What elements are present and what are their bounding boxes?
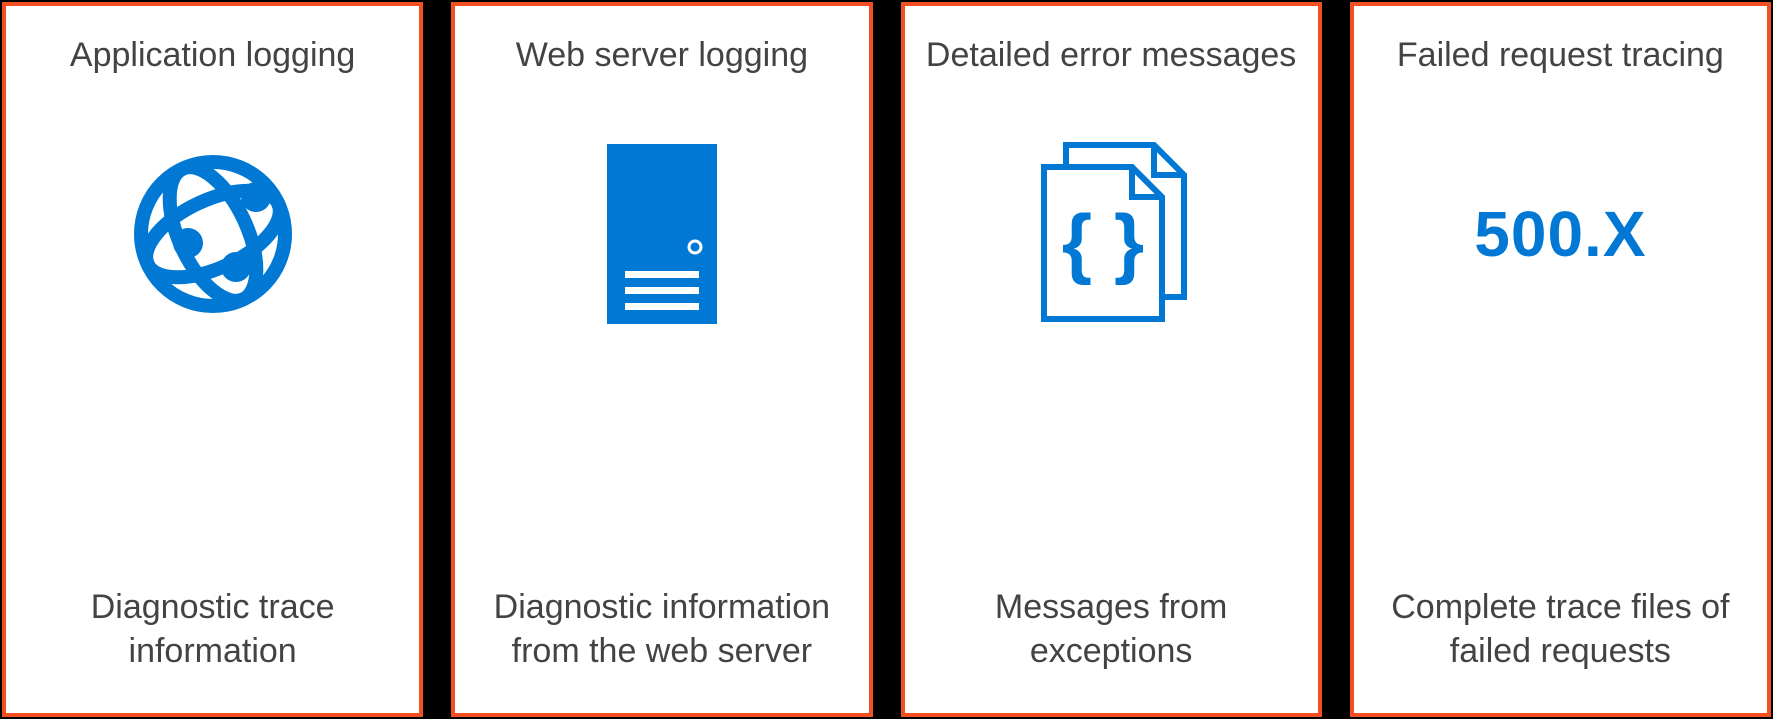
card-description: Diagnostic trace information [26, 505, 399, 673]
card-title: Web server logging [516, 34, 808, 124]
braces-document-icon: { } [1026, 134, 1196, 334]
card-application-logging: Application logging Diagnostic trace inf… [2, 2, 423, 717]
card-failed-request-tracing: Failed request tracing 500.X Complete tr… [1350, 2, 1771, 717]
card-web-server-logging: Web server logging Diagnostic informatio… [451, 2, 872, 717]
card-description: Messages from exceptions [925, 505, 1298, 673]
server-icon [597, 134, 727, 334]
card-description: Diagnostic information from the web serv… [475, 505, 848, 673]
http-code-icon: 500.X [1474, 134, 1646, 334]
card-title: Application logging [70, 34, 355, 124]
svg-text:{ }: { } [1062, 198, 1144, 286]
card-description: Complete trace files of failed requests [1374, 505, 1747, 673]
cards-row: Application logging Diagnostic trace inf… [2, 2, 1771, 717]
card-detailed-error-messages: Detailed error messages { } Messages fro… [901, 2, 1322, 717]
globe-network-icon [128, 134, 298, 334]
card-title: Failed request tracing [1397, 34, 1724, 124]
http-status-code: 500.X [1474, 197, 1646, 271]
card-title: Detailed error messages [926, 34, 1296, 124]
